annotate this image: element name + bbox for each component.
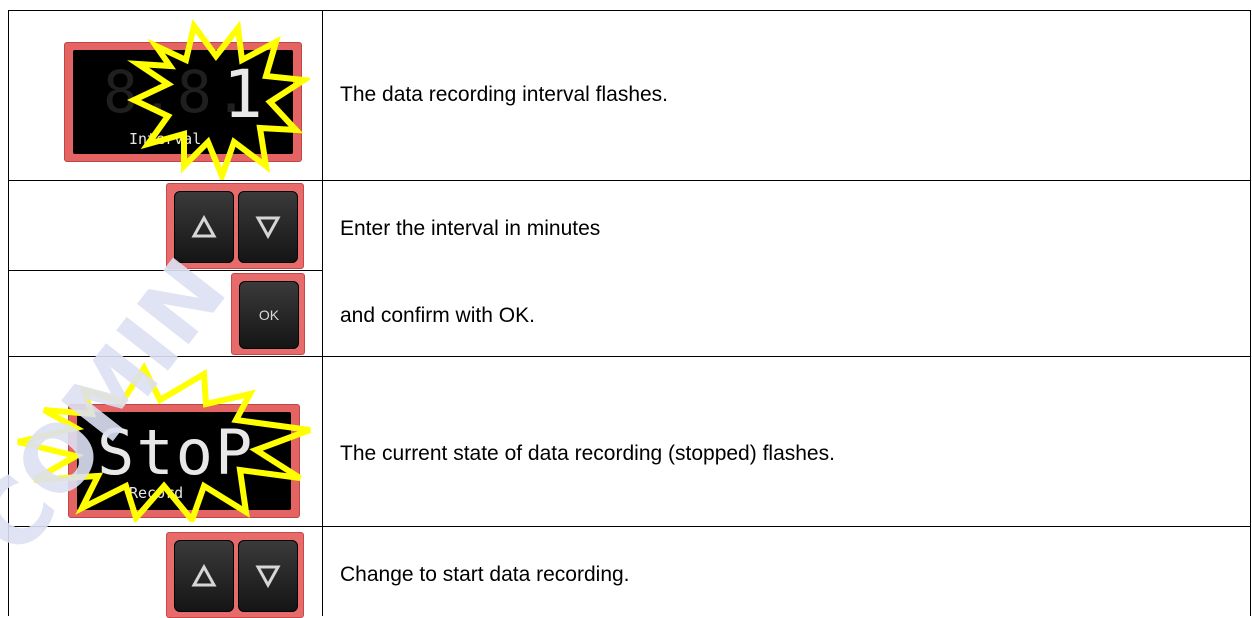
up-arrow-icon bbox=[191, 563, 217, 587]
table-border-4 bbox=[8, 526, 1251, 527]
table-border-1 bbox=[8, 180, 1251, 181]
table-border-left bbox=[8, 10, 9, 616]
up-arrow-icon bbox=[191, 214, 217, 238]
flash-burst-icon bbox=[17, 362, 312, 522]
ok-button-panel: OK bbox=[231, 273, 305, 355]
arrow-buttons-panel bbox=[166, 183, 304, 269]
row-5-description: Change to start data recording. bbox=[340, 563, 630, 586]
row-4-description: The current state of data recording (sto… bbox=[340, 442, 835, 465]
down-arrow-icon bbox=[255, 565, 281, 589]
row-3-description: and confirm with OK. bbox=[340, 304, 535, 327]
flash-burst-icon bbox=[126, 20, 310, 180]
table-column-divider bbox=[322, 10, 323, 616]
ok-button[interactable]: OK bbox=[239, 281, 299, 349]
row-1-description: The data recording interval flashes. bbox=[340, 83, 669, 106]
arrow-buttons-panel bbox=[166, 532, 304, 618]
up-button[interactable] bbox=[174, 540, 234, 612]
down-arrow-icon bbox=[255, 216, 281, 240]
table-border-top bbox=[8, 10, 1251, 11]
up-button[interactable] bbox=[174, 191, 234, 263]
table-border-3 bbox=[8, 356, 1251, 357]
table-border-2 bbox=[8, 270, 323, 271]
down-button[interactable] bbox=[238, 191, 298, 263]
table-border-right bbox=[1250, 10, 1251, 616]
ok-button-label: OK bbox=[258, 307, 280, 323]
row-2-description: Enter the interval in minutes bbox=[340, 217, 601, 240]
down-button[interactable] bbox=[238, 540, 298, 612]
